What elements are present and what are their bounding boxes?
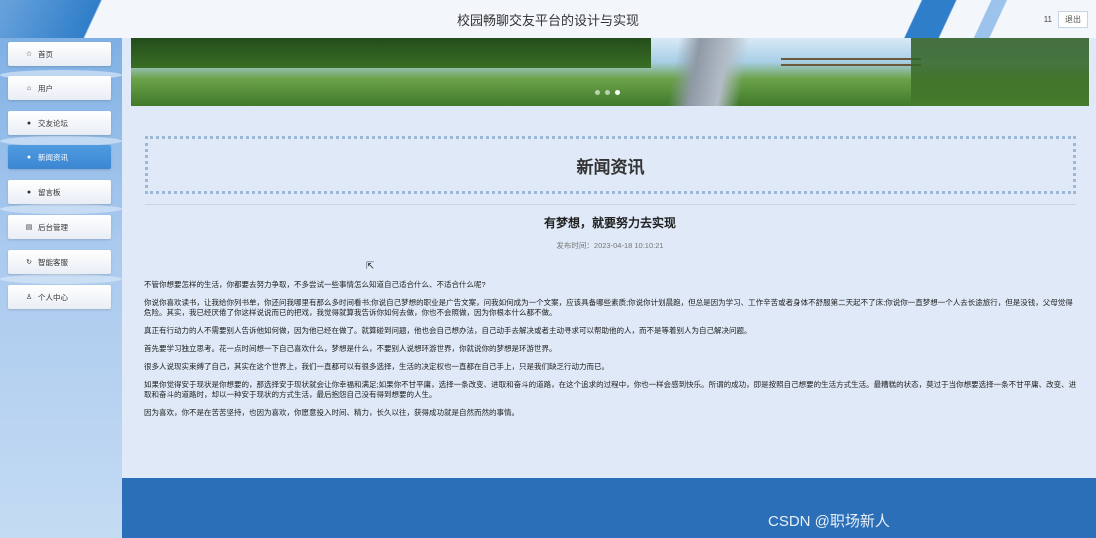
carousel-dot-active[interactable] [615, 90, 620, 95]
main-content: 新闻资讯 有梦想，就要努力去实现 发布时间：2023-04-18 10:10:2… [131, 118, 1089, 478]
admin-icon: ▤ [25, 224, 33, 231]
sidebar-item-label: 交友论坛 [38, 118, 68, 128]
logout-button[interactable]: 退出 [1058, 11, 1088, 28]
publish-time: 发布时间：2023-04-18 10:10:21 [556, 241, 664, 250]
sidebar-item-label: 智能客服 [38, 257, 68, 267]
sidebar-item-label: 首页 [38, 49, 53, 59]
footer [122, 478, 1096, 538]
article-paragraph: 首先要学习独立思考。花一点时间想一下自己喜欢什么，梦想是什么，不要别人说想环游世… [144, 344, 557, 353]
divider [145, 204, 1076, 205]
banner-carousel [131, 38, 1089, 106]
carousel-dot[interactable] [595, 90, 600, 95]
article-paragraph: 你说你喜欢读书，让我给你列书单，你还问我哪里有那么多时间看书;你说自己梦想的职业… [144, 298, 1073, 317]
sidebar: ☆ 首页 ⌂ 用户 ● 交友论坛 ● 新闻资讯 ● 留言板 ▤ 后台管理 ↻ 智… [0, 38, 122, 538]
site-title: 校园畅聊交友平台的设计与实现 [456, 13, 639, 28]
carousel-dots [595, 90, 620, 95]
sidebar-item-label: 后台管理 [38, 222, 68, 232]
mouse-cursor-icon: ⇱ [366, 261, 375, 272]
sidebar-item-label: 用户 [38, 83, 53, 93]
article-paragraph: 很多人说现实束缚了自己，其实在这个世界上，我们一直都可以有很多选择，生活的决定权… [144, 362, 609, 371]
refresh-icon: ↻ [26, 259, 32, 266]
sidebar-item-users[interactable]: ⌂ 用户 [8, 76, 111, 100]
banner-fence [781, 58, 921, 66]
sidebar-item-admin[interactable]: ▤ 后台管理 [8, 215, 111, 239]
sidebar-item-label: 个人中心 [38, 292, 68, 302]
banner-image [131, 38, 651, 68]
sidebar-item-messages[interactable]: ● 留言板 [8, 180, 111, 204]
sidebar-wave [0, 204, 122, 214]
info-icon: ● [26, 119, 32, 127]
sidebar-item-label: 留言板 [38, 187, 61, 197]
article-paragraph: 如果你觉得安于现状是你想要的，那选择安于现状就会让你幸福和满足;如果你不甘平庸，… [144, 380, 1077, 399]
home-icon: ⌂ [26, 84, 32, 92]
article-paragraph: 不管你想要怎样的生活，你都要去努力争取，不多尝试一些事情怎么知道自己适合什么、不… [144, 280, 486, 289]
header: 校园畅聊交友平台的设计与实现 11 退出 [0, 0, 1096, 38]
star-icon: ☆ [25, 51, 33, 58]
username: 11 [1043, 15, 1052, 24]
article-paragraph: 因为喜欢，你不是在苦苦坚持，也因为喜欢，你愿意投入时间、精力，长久以往，获得成功… [144, 408, 519, 417]
page-title: 新闻资讯 [576, 157, 645, 177]
banner-road [651, 38, 781, 106]
user-area: 11 退出 [1044, 11, 1088, 28]
sidebar-item-label: 新闻资讯 [38, 152, 68, 162]
sidebar-item-news[interactable]: ● 新闻资讯 [8, 145, 111, 169]
carousel-dot[interactable] [605, 90, 610, 95]
article-title: 有梦想，就要努力去实现 [543, 216, 676, 230]
article-paragraph: 真正有行动力的人不需要别人告诉他如何做，因为他已经在做了。就算碰到问题，他也会自… [144, 326, 752, 335]
sidebar-item-forum[interactable]: ● 交友论坛 [8, 111, 111, 135]
sidebar-item-profile[interactable]: ♙ 个人中心 [8, 285, 111, 309]
sidebar-item-support[interactable]: ↻ 智能客服 [8, 250, 111, 274]
banner-trees [911, 38, 1089, 106]
watermark: CSDN @职场新人 [768, 513, 890, 530]
info-icon: ● [26, 188, 32, 196]
article-body: 不管你想要怎样的生活，你都要去努力争取，不多尝试一些事情怎么知道自己适合什么、不… [144, 280, 1080, 426]
info-icon: ● [26, 153, 32, 161]
sidebar-wave [0, 274, 122, 284]
sidebar-item-home[interactable]: ☆ 首页 [8, 42, 111, 66]
section-title-box: 新闻资讯 [145, 136, 1076, 194]
user-icon: ♙ [25, 294, 33, 301]
